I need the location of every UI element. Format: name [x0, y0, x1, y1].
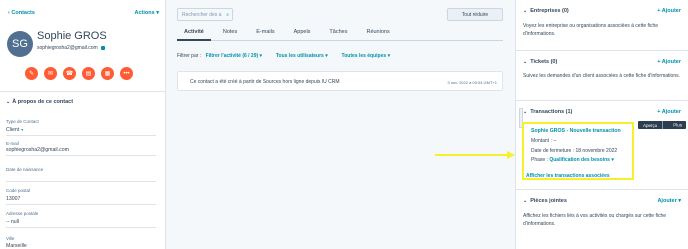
activity-text: Ce contact a été créé à partir de Source…	[190, 79, 340, 85]
tickets-description: Suivez les demandes d'un client associée…	[523, 73, 680, 79]
actions-menu[interactable]: Actions ▾	[135, 10, 159, 16]
city-field[interactable]: Marseille	[6, 243, 27, 249]
avatar-initials: SG	[12, 38, 28, 50]
divider	[516, 50, 688, 51]
field-underline	[6, 204, 156, 205]
attachments-title: Pièces jointes	[530, 198, 567, 204]
add-company-button[interactable]: + Ajouter	[657, 8, 681, 14]
chevron-down-icon: ⌄	[523, 8, 528, 14]
chevron-down-icon: ⌄	[523, 109, 528, 115]
teams-filter-label: Toutes les équipes	[341, 53, 387, 59]
chevron-down-icon: ⌄	[523, 59, 528, 65]
back-to-contacts-link[interactable]: ‹ Contacts	[8, 10, 35, 16]
meeting-icon[interactable]: ▦	[101, 67, 114, 80]
preview-button[interactable]: Aperçu	[638, 121, 662, 129]
more-button[interactable]: Plus ▾	[662, 121, 688, 133]
back-label: Contacts	[11, 10, 35, 16]
field-label: Adresse postale	[6, 211, 39, 216]
add-deal-button[interactable]: + Ajouter	[657, 109, 681, 115]
task-icon[interactable]: ▤	[82, 67, 95, 80]
deals-title: Transactions (1)	[530, 109, 573, 115]
companies-description: Voyez les entreprise ou organisations as…	[523, 23, 659, 37]
activity-tabs: Activité Notes E-mails Appels Tâches Réu…	[177, 25, 503, 41]
chevron-down-icon: ⌄	[523, 198, 528, 204]
contact-name[interactable]: Sophie GROS	[37, 30, 107, 42]
tab-emails[interactable]: E-mails	[249, 25, 281, 41]
users-filter-label: Tous les utilisateurs	[275, 53, 324, 59]
postal-code-field[interactable]: 13007	[6, 196, 20, 202]
activity-item[interactable]: Ce contact a été créé à partir de Source…	[177, 71, 503, 91]
contact-sidebar: ‹ Contacts Actions ▾ SG Sophie GROS soph…	[0, 0, 166, 249]
companies-title: Entreprises (0)	[530, 8, 569, 14]
highlight-box	[522, 122, 634, 180]
deal-hover-toolbar: Aperçu Plus ▾	[638, 121, 688, 133]
field-label: Type de Contact	[6, 119, 39, 124]
collapse-label: Tout réduire	[461, 12, 489, 18]
search-input[interactable]: Rechercher des a ⌕	[177, 8, 233, 21]
companies-section-header[interactable]: ⌄ Entreprises (0)	[523, 8, 569, 14]
field-label: E-mail	[6, 141, 19, 146]
search-placeholder: Rechercher des a	[182, 12, 222, 18]
sidebar-header: ‹ Contacts Actions ▾	[8, 10, 159, 20]
more-icon[interactable]: •••	[120, 67, 133, 80]
filter-label: Filtrer par :	[177, 53, 202, 59]
copy-icon[interactable]	[100, 45, 105, 50]
note-icon[interactable]: ✎	[25, 67, 38, 80]
activity-filter-label: Filtrer l'activité (6 / 29)	[205, 53, 259, 59]
tab-activity[interactable]: Activité	[177, 25, 211, 41]
attachments-section-header[interactable]: ⌄ Pièces jointes	[523, 198, 567, 204]
divider	[516, 189, 688, 190]
field-underline	[6, 135, 156, 136]
teams-filter-dropdown[interactable]: Toutes les équipes ▾	[342, 53, 391, 59]
contact-email-text: sophiegrosha2@gmail.com	[37, 45, 98, 51]
email-field[interactable]: sophiegrosha2@gmail.com	[6, 147, 69, 153]
attachments-description: Affichez les fichiers liés à vos activit…	[523, 213, 667, 227]
actions-label: Actions	[134, 10, 155, 16]
filter-bar: Filtrer par : Filtrer l'activité (6 / 29…	[177, 53, 390, 59]
tickets-section-header[interactable]: ⌄ Tickets (0)	[523, 59, 557, 65]
add-attachment-dropdown[interactable]: Ajouter ▾	[657, 198, 681, 204]
field-label: Date de naissance	[6, 167, 44, 172]
deals-section-header[interactable]: ⌄ Transactions (1)	[523, 109, 572, 115]
field-underline	[6, 155, 156, 156]
activity-filter-dropdown[interactable]: Filtrer l'activité (6 / 29) ▾	[206, 53, 263, 59]
tab-calls[interactable]: Appels	[287, 25, 318, 41]
contact-type-select[interactable]: Client ▾	[6, 127, 23, 133]
chevron-down-icon: ⌄	[6, 99, 11, 105]
field-value: Client	[6, 127, 20, 133]
activity-date: 3 nov. 2022 à 09:04 GMT+1	[447, 80, 497, 85]
field-underline	[6, 227, 156, 228]
attachments-add-label: Ajouter	[657, 198, 677, 204]
email-icon[interactable]: ✉	[44, 67, 57, 80]
field-underline	[6, 181, 156, 182]
field-label: Ville	[6, 236, 15, 241]
address-field[interactable]: -- null	[6, 219, 19, 225]
more-label: Plus	[673, 122, 683, 128]
tickets-title: Tickets (0)	[530, 59, 558, 65]
tab-meetings[interactable]: Réunions	[359, 25, 396, 41]
collapse-all-button[interactable]: Tout réduire	[447, 8, 503, 21]
divider	[0, 91, 165, 92]
avatar: SG	[7, 31, 33, 57]
search-icon: ⌕	[226, 12, 229, 18]
users-filter-dropdown[interactable]: Tous les utilisateurs ▾	[276, 53, 328, 59]
contact-email: sophiegrosha2@gmail.com	[37, 45, 105, 51]
tab-notes[interactable]: Notes	[216, 25, 244, 41]
about-title: À propos de ce contact	[12, 99, 74, 105]
arrow-right-icon	[435, 151, 515, 159]
divider	[516, 100, 688, 101]
activity-panel: Rechercher des a ⌕ Tout réduire Activité …	[173, 0, 509, 249]
chevron-down-icon: ▾	[21, 127, 24, 132]
field-label: Code postal	[6, 188, 31, 193]
call-icon[interactable]: ☎	[63, 67, 76, 80]
add-ticket-button[interactable]: + Ajouter	[657, 59, 681, 65]
contact-action-buttons: ✎ ✉ ☎ ▤ ▦ •••	[25, 67, 133, 80]
about-section-header[interactable]: ⌄ À propos de ce contact	[6, 99, 73, 105]
tab-tasks[interactable]: Tâches	[322, 25, 354, 41]
